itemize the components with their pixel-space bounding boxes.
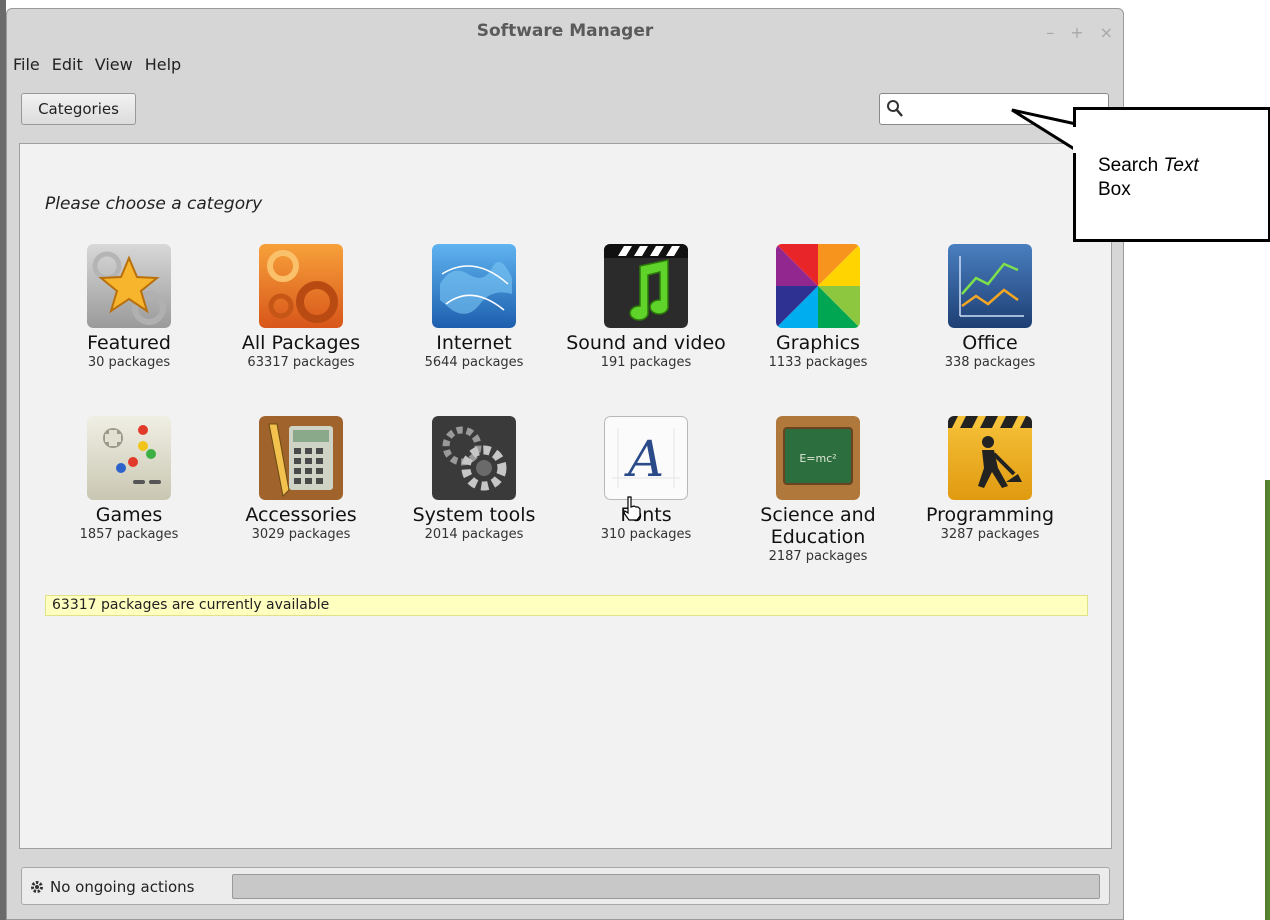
office-chart-icon — [948, 244, 1032, 328]
category-name: Featured — [87, 332, 171, 354]
software-manager-window: Software Manager – + × File Edit View He… — [6, 8, 1124, 920]
category-count: 1857 packages — [79, 527, 179, 542]
category-count: 2014 packages — [424, 527, 524, 542]
category-count: 5644 packages — [424, 355, 524, 370]
category-count: 338 packages — [944, 355, 1036, 370]
close-button[interactable]: × — [1100, 23, 1113, 42]
science-chalkboard-icon: E=mc² — [776, 416, 860, 500]
categories-button[interactable]: Categories — [21, 93, 136, 125]
window-title: Software Manager — [476, 21, 654, 41]
category-fonts[interactable]: A Fonts 310 packages — [560, 416, 732, 543]
category-panel: Please choose a category Featured 30 pac… — [19, 143, 1112, 849]
sound-video-clapper-icon — [604, 244, 688, 328]
category-count: 3287 packages — [940, 527, 1040, 542]
category-name: Science and Education — [760, 504, 876, 548]
search-icon — [887, 100, 903, 117]
callout-text: Search Text Box — [1098, 155, 1199, 200]
annotation-callout: Search Text Box — [1073, 107, 1270, 242]
minimize-button[interactable]: – — [1046, 23, 1054, 42]
category-count: 1133 packages — [768, 355, 868, 370]
menu-bar: File Edit View Help — [7, 53, 187, 76]
category-name: Sound and video — [566, 332, 726, 354]
title-bar[interactable]: Software Manager – + × — [7, 9, 1123, 49]
category-featured[interactable]: Featured 30 packages — [43, 244, 215, 371]
fonts-letter-icon: A — [604, 416, 688, 500]
graphics-color-wheel-icon — [776, 244, 860, 328]
programming-worker-icon — [948, 416, 1032, 500]
window-controls: – + × — [1046, 23, 1113, 42]
category-system-tools[interactable]: System tools 2014 packages — [388, 416, 560, 543]
internet-globe-icon — [432, 244, 516, 328]
menu-file[interactable]: File — [7, 53, 46, 76]
category-count: 63317 packages — [247, 355, 355, 370]
actions-bar: No ongoing actions — [21, 867, 1110, 905]
category-programming[interactable]: Programming 3287 packages — [904, 416, 1076, 543]
category-name: Graphics — [776, 332, 860, 354]
menu-help[interactable]: Help — [139, 53, 187, 76]
category-heading: Please choose a category — [45, 194, 263, 214]
category-science-and-education[interactable]: E=mc² Science and Education 2187 package… — [732, 416, 904, 565]
accessories-calculator-icon — [259, 416, 343, 500]
actions-status: No ongoing actions — [30, 878, 195, 896]
category-count: 2187 packages — [768, 549, 868, 564]
category-graphics[interactable]: Graphics 1133 packages — [732, 244, 904, 371]
system-tools-gear-icon — [432, 416, 516, 500]
category-name: Accessories — [245, 504, 357, 526]
desktop-edge-right — [1125, 480, 1270, 920]
category-internet[interactable]: Internet 5644 packages — [388, 244, 560, 371]
category-count: 3029 packages — [251, 527, 351, 542]
category-count: 310 packages — [600, 527, 692, 542]
category-all-packages[interactable]: All Packages 63317 packages — [215, 244, 387, 371]
category-name: Office — [962, 332, 1018, 354]
svg-text:E=mc²: E=mc² — [799, 452, 836, 465]
all-packages-gears-icon — [259, 244, 343, 328]
category-games[interactable]: Games 1857 packages — [43, 416, 215, 543]
svg-text:A: A — [624, 430, 664, 488]
category-accessories[interactable]: Accessories 3029 packages — [215, 416, 387, 543]
category-count: 191 packages — [600, 355, 692, 370]
hand-pointer-cursor-icon — [623, 496, 641, 521]
menu-view[interactable]: View — [89, 53, 139, 76]
category-count: 30 packages — [87, 355, 171, 370]
menu-edit[interactable]: Edit — [46, 53, 89, 76]
category-name: All Packages — [241, 332, 361, 354]
gear-icon — [31, 881, 43, 893]
category-name: Programming — [925, 504, 1055, 526]
category-name: System tools — [412, 504, 536, 526]
category-sound-and-video[interactable]: Sound and video 191 packages — [560, 244, 732, 371]
games-controller-icon — [87, 416, 171, 500]
featured-star-icon — [87, 244, 171, 328]
category-name: Fonts — [620, 504, 672, 526]
actions-progress-bar — [232, 874, 1100, 899]
availability-status: 63317 packages are currently available — [45, 595, 1088, 616]
category-name: Games — [95, 504, 163, 526]
category-office[interactable]: Office 338 packages — [904, 244, 1076, 371]
maximize-button[interactable]: + — [1070, 23, 1083, 42]
actions-label: No ongoing actions — [50, 878, 195, 896]
callout-joint-cover — [1073, 127, 1079, 153]
category-name: Internet — [436, 332, 512, 354]
